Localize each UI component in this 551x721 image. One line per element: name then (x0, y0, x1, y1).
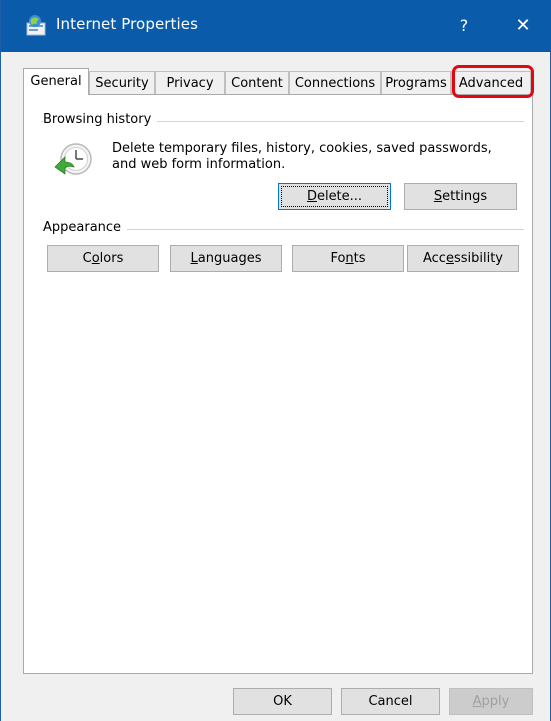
internet-properties-icon (26, 15, 46, 36)
tab-general[interactable]: General (23, 68, 89, 95)
window-title: Internet Properties (56, 15, 199, 33)
settings-button[interactable]: Settings (404, 183, 517, 210)
tab-connections[interactable]: Connections (289, 71, 381, 94)
help-button[interactable]: ? (448, 14, 480, 38)
fonts-button[interactable]: Fonts (292, 245, 404, 272)
browsing-history-description: Delete temporary files, history, cookies… (112, 141, 492, 172)
apply-button[interactable]: Apply (449, 688, 533, 715)
tab-security[interactable]: Security (89, 71, 155, 94)
internet-properties-window: Internet Properties ? ✕ General Security… (0, 0, 551, 721)
general-tab-panel (23, 94, 533, 674)
cancel-button[interactable]: Cancel (341, 688, 440, 715)
ok-button[interactable]: OK (233, 688, 332, 715)
advanced-tab-highlight (452, 65, 534, 98)
languages-button[interactable]: Languages (170, 245, 282, 272)
colors-button[interactable]: Colors (47, 245, 159, 272)
history-clock-icon (54, 143, 92, 175)
title-bar[interactable]: Internet Properties ? ✕ (1, 0, 551, 52)
tab-programs[interactable]: Programs (381, 71, 451, 94)
close-button[interactable]: ✕ (507, 14, 539, 38)
tab-privacy[interactable]: Privacy (155, 71, 225, 94)
delete-button[interactable]: Delete... (278, 183, 391, 210)
browsing-history-label: Browsing history (43, 112, 158, 127)
accessibility-button[interactable]: Accessibility (407, 245, 519, 272)
appearance-label: Appearance (43, 220, 128, 235)
tab-content[interactable]: Content (225, 71, 289, 94)
